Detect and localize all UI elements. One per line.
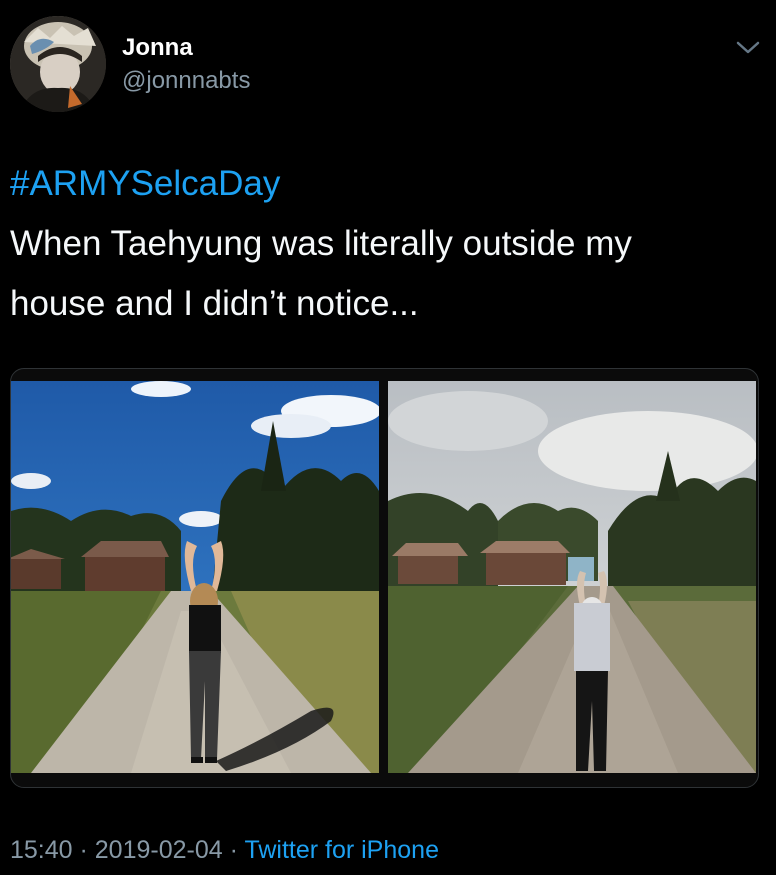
profile-photo-icon xyxy=(10,16,106,112)
tweet-metadata: 15:40 · 2019-02-04 · Twitter for iPhone xyxy=(10,832,439,868)
tweet: Jonna @jonnnabts #ARMYSelcaDay When Taeh… xyxy=(0,0,776,875)
display-name[interactable]: Jonna xyxy=(122,34,193,62)
photo-left[interactable] xyxy=(11,381,379,773)
tweet-text-line-2: house and I didn’t notice... xyxy=(10,284,419,323)
media-container xyxy=(10,368,759,788)
meta-separator: · xyxy=(222,836,245,864)
meta-separator: · xyxy=(72,836,95,864)
avatar[interactable] xyxy=(10,16,106,112)
tweet-source-link[interactable]: Twitter for iPhone xyxy=(244,836,439,864)
chevron-down-icon[interactable] xyxy=(734,38,762,58)
road-photo-left-icon xyxy=(11,381,379,773)
photo-right[interactable] xyxy=(388,381,756,773)
tweet-time[interactable]: 15:40 xyxy=(10,836,73,864)
road-photo-right-icon xyxy=(388,381,756,773)
tweet-date[interactable]: 2019-02-04 xyxy=(95,836,223,864)
tweet-text-line-1: When Taehyung was literally outside my xyxy=(10,224,632,263)
hashtag-link[interactable]: #ARMYSelcaDay xyxy=(10,158,280,210)
username-handle[interactable]: @jonnnabts xyxy=(122,67,250,95)
